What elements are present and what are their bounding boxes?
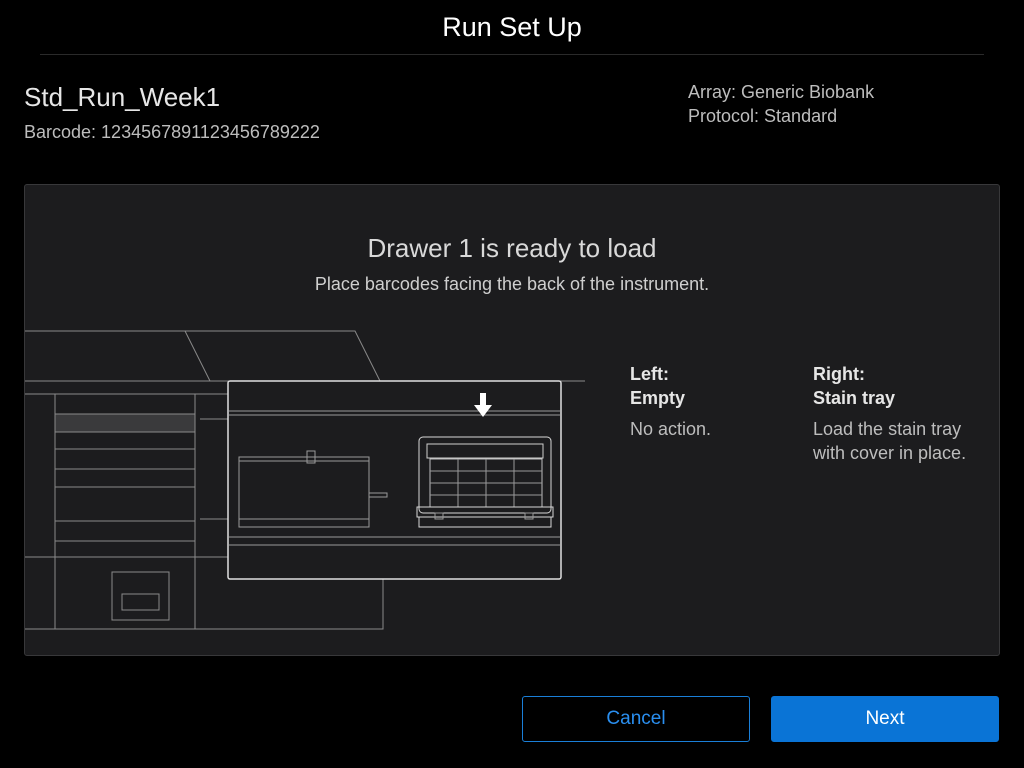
drawer-load-panel: Drawer 1 is ready to load Place barcodes… bbox=[24, 184, 1000, 656]
next-button[interactable]: Next bbox=[771, 696, 999, 742]
left-side-value: Empty bbox=[630, 388, 686, 408]
title-divider bbox=[40, 54, 984, 55]
page-title: Run Set Up bbox=[442, 12, 582, 42]
instrument-drawer-illustration bbox=[25, 330, 585, 630]
panel-instruction: Place barcodes facing the back of the in… bbox=[314, 274, 710, 294]
cancel-button[interactable]: Cancel bbox=[522, 696, 750, 742]
panel-heading: Drawer 1 is ready to load bbox=[367, 233, 657, 263]
right-side-action: Load the stain tray with cover in place. bbox=[813, 419, 967, 463]
left-side-label: Left: bbox=[630, 364, 669, 384]
run-array: Array: Generic Biobank bbox=[688, 82, 875, 102]
run-setup-screen: Run Set Up Std_Run_Week1 Barcode: 123456… bbox=[0, 0, 1024, 768]
run-barcode: Barcode: 1234567891123456789222 bbox=[24, 122, 320, 142]
run-protocol: Protocol: Standard bbox=[688, 106, 838, 126]
left-side-action: No action. bbox=[630, 419, 712, 439]
run-name: Std_Run_Week1 bbox=[24, 82, 221, 112]
right-side-value: Stain tray bbox=[813, 388, 896, 408]
right-side-label: Right: bbox=[813, 364, 865, 384]
title-bar: Run Set Up bbox=[0, 0, 1024, 55]
